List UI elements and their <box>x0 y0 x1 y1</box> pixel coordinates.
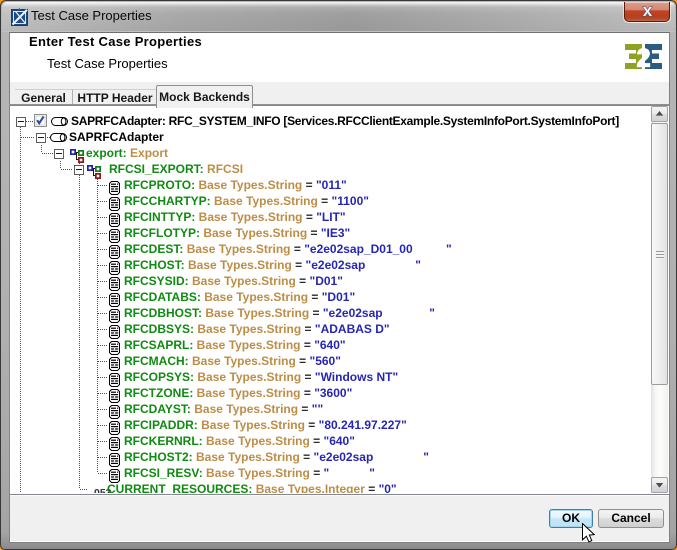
svg-text:2: 2 <box>637 45 651 71</box>
svg-text:x: x <box>643 2 653 20</box>
